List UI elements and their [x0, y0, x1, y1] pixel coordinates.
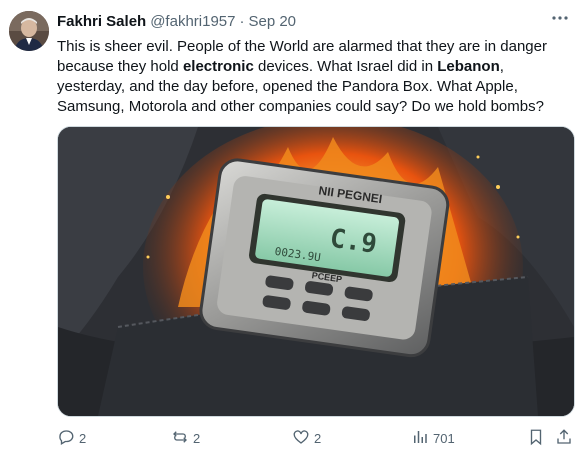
reply-count: 2: [79, 430, 87, 446]
author-name[interactable]: Fakhri Saleh: [57, 13, 146, 30]
reply-icon: [57, 428, 75, 449]
separator: ·: [239, 12, 245, 30]
repost-icon: [171, 428, 189, 449]
views-icon: [411, 428, 429, 449]
like-icon: [292, 428, 310, 449]
like-count: 2: [314, 430, 322, 446]
author-handle[interactable]: @fakhri1957: [150, 13, 235, 30]
like-button[interactable]: 2: [292, 428, 321, 449]
text-part: devices. What Israel did in: [253, 58, 438, 75]
avatar[interactable]: [9, 11, 49, 51]
repost-button[interactable]: 2: [171, 428, 200, 449]
share-icon: [555, 428, 573, 449]
tweet-header: Fakhri Saleh @fakhri1957 · Sep 20: [57, 11, 571, 31]
share-button[interactable]: [555, 428, 573, 449]
tweet: Fakhri Saleh @fakhri1957 · Sep 20 This i…: [0, 0, 581, 455]
tweet-text: This is sheer evil. People of the World …: [57, 37, 567, 117]
reply-button[interactable]: 2: [57, 428, 86, 449]
tweet-date[interactable]: Sep 20: [248, 13, 296, 30]
bookmark-button[interactable]: [527, 428, 545, 449]
text-bold-electronic: electronic: [182, 58, 254, 75]
action-bar: 2 2 2 701: [57, 426, 573, 450]
tweet-image[interactable]: NII PEGNEI C.9 0023.9U PCEEP: [57, 126, 575, 417]
bookmark-icon: [527, 428, 545, 449]
views-button[interactable]: 701: [411, 428, 455, 449]
more-icon[interactable]: [551, 9, 569, 32]
views-count: 701: [433, 430, 455, 446]
repost-count: 2: [193, 430, 201, 446]
text-bold-lebanon: Lebanon: [437, 58, 500, 75]
